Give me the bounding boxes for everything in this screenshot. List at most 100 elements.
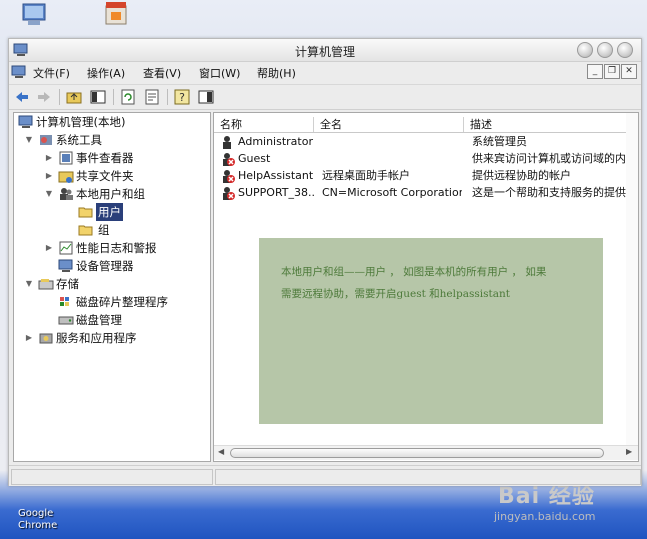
menu-help[interactable]: 帮助(H) (257, 65, 296, 81)
expand-arrow-icon[interactable]: ▶ (24, 329, 34, 347)
folder-open-icon (78, 207, 93, 218)
toolbar-separator (167, 89, 168, 105)
tree-label: 系统工具 (56, 133, 102, 147)
status-bar (9, 465, 641, 486)
tree-label: 磁盘管理 (76, 313, 122, 327)
annotation-line: 需要远程协助，需要开启guest 和helpassistant (281, 288, 510, 300)
collapse-arrow-icon[interactable]: ▼ (24, 275, 34, 293)
user-icon (223, 136, 231, 149)
forward-arrow-icon[interactable] (35, 88, 53, 106)
user-list-pane[interactable]: 名称 全名 描述 Administrator 系统管理员 Guest 供来宾访问… (213, 112, 639, 462)
disk-management-icon (58, 316, 74, 325)
status-cell (215, 469, 641, 485)
services-icon (39, 333, 53, 344)
toolbar: ? (9, 84, 641, 110)
tree-label: 存储 (56, 277, 79, 291)
disabled-user-icon (223, 170, 235, 183)
child-minimize-button[interactable]: _ (587, 64, 603, 79)
scroll-left-arrow-icon[interactable]: ◀ (218, 447, 224, 456)
back-arrow-icon[interactable] (13, 88, 31, 106)
cell-name: Administrator (238, 135, 313, 148)
column-header-fullname[interactable]: 全名 (314, 117, 464, 132)
console-tree[interactable]: 计算机管理(本地) ▼ 系统工具 ▶ 事件查看器 ▶ 共享文件夹 ▼ 本地用户和… (13, 112, 211, 462)
tools-icon (40, 135, 52, 145)
status-cell (11, 469, 213, 485)
computer-icon (18, 115, 33, 128)
tree-label: 服务和应用程序 (56, 331, 137, 345)
svg-text:?: ? (179, 91, 185, 104)
shared-folder-icon (58, 171, 74, 183)
app-menu-icon[interactable] (11, 64, 27, 80)
vertical-scrollbar[interactable] (626, 113, 638, 445)
tree-label: 性能日志和警报 (76, 241, 157, 255)
cell-description: 这是一个帮助和支持服务的提供 (472, 186, 626, 199)
show-hide-tree-icon[interactable] (89, 88, 107, 106)
cell-description: 提供远程协助的帐户 (472, 169, 571, 182)
child-restore-button[interactable]: ❐ (604, 64, 620, 79)
users-group-icon (60, 188, 73, 200)
scrollbar-thumb[interactable] (230, 448, 604, 458)
table-row[interactable]: SUPPORT_38... CN=Microsoft Corporation..… (214, 184, 638, 201)
title-bar[interactable]: 计算机管理 (9, 39, 641, 62)
tree-label: 共享文件夹 (76, 169, 134, 183)
help-icon[interactable]: ? (173, 88, 191, 106)
disabled-user-icon (223, 153, 235, 166)
chrome-desktop-label[interactable]: Google Chrome (18, 508, 57, 532)
menu-action[interactable]: 操作(A) (87, 65, 125, 81)
disabled-user-icon (223, 187, 235, 200)
cell-fullname: CN=Microsoft Corporation... (322, 186, 462, 199)
tree-label: 设备管理器 (76, 259, 134, 273)
expand-arrow-icon[interactable]: ▶ (44, 167, 54, 185)
horizontal-scrollbar[interactable]: ◀ ▶ (214, 445, 638, 460)
column-header-name[interactable]: 名称 (214, 117, 314, 132)
cell-description: 供来宾访问计算机或访问域的内 (472, 152, 626, 165)
computer-management-window: 计算机管理 文件(F) 操作(A) 查看(V) 窗口(W) 帮助(H) _ ❐ … (8, 38, 642, 486)
menu-window[interactable]: 窗口(W) (199, 65, 240, 81)
device-manager-icon (58, 259, 73, 272)
minimize-button[interactable] (577, 42, 593, 58)
defrag-icon (60, 297, 69, 306)
refresh-icon[interactable] (119, 88, 137, 106)
toolbar-separator (113, 89, 114, 105)
collapse-arrow-icon[interactable]: ▼ (44, 185, 54, 203)
export-list-icon[interactable] (143, 88, 161, 106)
storage-icon (38, 279, 54, 290)
expand-arrow-icon[interactable]: ▶ (44, 239, 54, 257)
toolbar-separator (59, 89, 60, 105)
child-close-button[interactable]: ✕ (621, 64, 637, 79)
show-hide-action-pane-icon[interactable] (197, 88, 215, 106)
cell-name: SUPPORT_38... (238, 186, 314, 199)
cell-name: HelpAssistant (238, 169, 314, 182)
close-button[interactable] (617, 42, 633, 58)
tree-label: 磁盘碎片整理程序 (76, 295, 168, 309)
computer-desktop-icon[interactable] (20, 2, 50, 28)
menu-view[interactable]: 查看(V) (143, 65, 181, 81)
cell-name: Guest (238, 152, 271, 165)
chrome-label-line1: Google (18, 508, 54, 519)
window-title: 计算机管理 (294, 45, 355, 59)
folder-icon (78, 225, 93, 236)
column-header-description[interactable]: 描述 (464, 117, 638, 132)
maximize-button[interactable] (597, 42, 613, 58)
up-folder-icon[interactable] (65, 88, 83, 106)
menu-file[interactable]: 文件(F) (33, 65, 70, 81)
expand-arrow-icon[interactable]: ▶ (44, 149, 54, 167)
tree-label: 本地用户和组 (76, 187, 145, 201)
collapse-arrow-icon[interactable]: ▼ (24, 131, 34, 149)
annotation-line: 本地用户和组——用户 ， 如图是本机的所有用户 ， 如果 (281, 266, 547, 278)
tree-label: 组 (98, 223, 110, 237)
annotation-box: 本地用户和组——用户 ， 如图是本机的所有用户 ， 如果 需要远程协助，需要开启… (259, 238, 603, 424)
tree-label: 计算机管理(本地) (36, 115, 126, 129)
table-row[interactable]: Administrator 系统管理员 (214, 133, 638, 150)
scroll-right-arrow-icon[interactable]: ▶ (626, 447, 632, 456)
cell-fullname: 远程桌面助手帐户 (322, 169, 410, 182)
table-row[interactable]: HelpAssistant 远程桌面助手帐户 提供远程协助的帐户 (214, 167, 638, 184)
performance-icon (59, 241, 73, 255)
cell-description: 系统管理员 (472, 135, 527, 148)
tree-label-selected: 用户 (96, 203, 123, 221)
program-desktop-icon[interactable] (102, 0, 132, 26)
list-header: 名称 全名 描述 (214, 117, 638, 133)
event-viewer-icon (59, 151, 73, 165)
tree-label: 事件查看器 (76, 151, 134, 165)
table-row[interactable]: Guest 供来宾访问计算机或访问域的内 (214, 150, 638, 167)
